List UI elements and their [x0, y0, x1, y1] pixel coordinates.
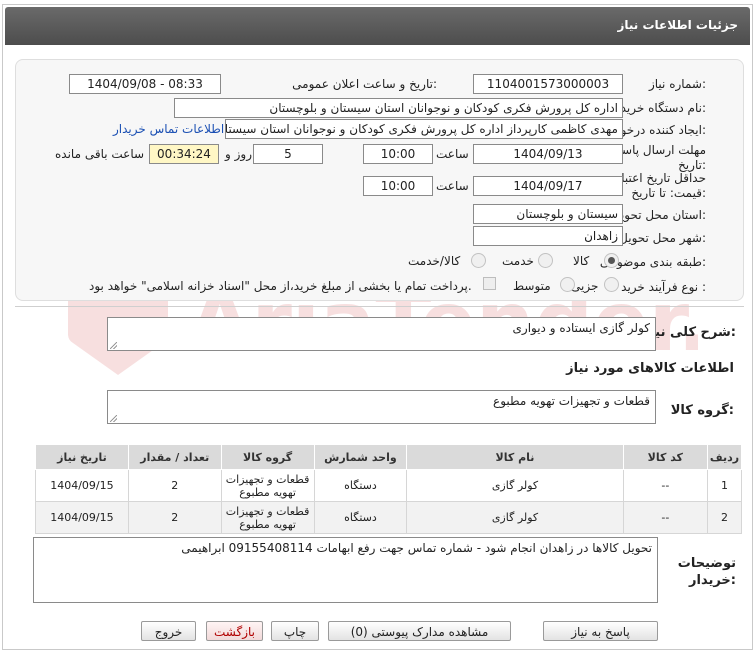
- purchase-process-label: نوع فرآیند خرید :: [621, 280, 706, 294]
- reply-deadline-date[interactable]: 1404/09/13: [473, 144, 623, 164]
- treasury-payment-note: پرداخت تمام یا بخشی از مبلغ خرید،از محل …: [89, 279, 472, 293]
- cell-code: --: [622, 469, 709, 502]
- goods-info-heading: اطلاعات کالاهای مورد نیاز: [566, 361, 734, 376]
- delivery-province-field[interactable]: سیستان و بلوچستان: [473, 204, 623, 224]
- delivery-city-label: شهر محل تحویل:: [619, 231, 706, 245]
- price-validity-date[interactable]: 1404/09/17: [473, 176, 623, 196]
- resize-grip[interactable]: [110, 415, 117, 422]
- summary-text: کولر گازی ایستاده و دیواری: [512, 321, 651, 335]
- col-date: تاریخ نیاز: [35, 444, 129, 470]
- goods-group-text: قطعات و تجهیزات تهویه مطبوع: [493, 394, 650, 408]
- radio-goods-service-label: کالا/خدمت: [408, 254, 461, 268]
- delivery-city-field[interactable]: زاهدان: [473, 226, 623, 246]
- price-validity-time[interactable]: 10:00: [363, 176, 433, 196]
- cell-row: 1: [707, 469, 742, 502]
- table-row[interactable]: 2 -- کولر گازی دستگاه قطعات و تجهیزات ته…: [35, 501, 742, 534]
- col-code: کد کالا: [622, 444, 709, 470]
- announce-datetime-field[interactable]: 1404/09/08 - 08:33: [69, 74, 221, 94]
- cell-name: کولر گازی: [406, 501, 624, 534]
- summary-field[interactable]: کولر گازی ایستاده و دیواری: [107, 317, 656, 351]
- radio-service[interactable]: [538, 253, 553, 268]
- treasury-checkbox[interactable]: [483, 277, 496, 290]
- col-row: ردیف: [707, 444, 742, 470]
- reply-button[interactable]: پاسخ به نیاز: [543, 621, 658, 641]
- print-button[interactable]: چاپ: [271, 621, 319, 641]
- exit-button[interactable]: خروج: [141, 621, 196, 641]
- title-bar: جزئیات اطلاعات نیاز: [5, 7, 750, 45]
- buyer-org-field[interactable]: اداره کل پرورش فکری کودکان و نوجوانان اس…: [174, 98, 623, 118]
- col-name: نام کالا: [406, 444, 624, 470]
- validity-time-label: ساعت: [436, 179, 469, 193]
- cell-group: قطعات و تجهیزات تهویه مطبوع: [220, 501, 315, 534]
- goods-table: ردیف کد کالا نام کالا واحد شمارش گروه کا…: [35, 444, 742, 534]
- reply-deadline-time[interactable]: 10:00: [363, 144, 433, 164]
- radio-medium-label: متوسط: [513, 279, 551, 293]
- attachments-button[interactable]: مشاهده مدارک پیوستی (0): [328, 621, 511, 641]
- radio-service-label: خدمت: [502, 254, 534, 268]
- cell-name: کولر گازی: [406, 469, 624, 502]
- buyer-org-label: نام دستگاه خریدار:: [611, 101, 707, 115]
- cell-unit: دستگاه: [313, 469, 408, 502]
- section-divider: [15, 306, 744, 307]
- radio-goods[interactable]: [604, 253, 619, 268]
- cell-date: 1404/09/15: [35, 469, 129, 502]
- delivery-province-label: استان محل تحویل:: [611, 208, 706, 222]
- table-row[interactable]: 1 -- کولر گازی دستگاه قطعات و تجهیزات ته…: [35, 469, 742, 502]
- remaining-time-field: 00:34:24: [149, 144, 219, 164]
- goods-group-label: گروه کالا:: [670, 403, 734, 418]
- reply-time-label: ساعت: [436, 147, 469, 161]
- goods-group-field[interactable]: قطعات و تجهیزات تهویه مطبوع: [107, 390, 656, 424]
- need-details-window: جزئیات اطلاعات نیاز AriaTender.neT شماره…: [2, 4, 753, 650]
- col-group: گروه کالا: [220, 444, 315, 470]
- cell-group: قطعات و تجهیزات تهویه مطبوع: [220, 469, 315, 502]
- requester-field[interactable]: مهدی کاظمی کارپرداز اداره کل پرورش فکری …: [225, 119, 623, 139]
- back-button[interactable]: بازگشت: [206, 621, 263, 641]
- need-number-field[interactable]: 1104001573000003: [473, 74, 623, 94]
- reply-days-field[interactable]: 5: [253, 144, 323, 164]
- cell-row: 2: [707, 501, 742, 534]
- buyer-notes-field[interactable]: تحویل کالاها در زاهدان انجام شود - شماره…: [33, 537, 658, 603]
- buyer-notes-text: تحویل کالاها در زاهدان انجام شود - شماره…: [181, 541, 652, 555]
- cell-date: 1404/09/15: [35, 501, 129, 534]
- col-unit: واحد شمارش: [313, 444, 408, 470]
- radio-medium[interactable]: [560, 277, 575, 292]
- cell-unit: دستگاه: [313, 501, 408, 534]
- need-number-label: شماره نیاز:: [648, 77, 706, 91]
- radio-goods-label: کالا: [573, 254, 590, 268]
- resize-grip[interactable]: [110, 342, 117, 349]
- days-label: روز و: [225, 147, 252, 161]
- cell-qty: 2: [127, 501, 222, 534]
- summary-label: شرح کلی نیاز:: [642, 325, 736, 340]
- cell-code: --: [622, 501, 709, 534]
- window-title: جزئیات اطلاعات نیاز: [617, 18, 738, 32]
- buyer-notes-label: توضیحات خریدار:: [677, 556, 736, 588]
- announce-datetime-label: تاریخ و ساعت اعلان عمومی:: [292, 77, 437, 91]
- remaining-label: ساعت باقی مانده: [55, 147, 145, 161]
- radio-goods-service[interactable]: [471, 253, 486, 268]
- col-qty: تعداد / مقدار: [127, 444, 222, 470]
- cell-qty: 2: [127, 469, 222, 502]
- buyer-contact-link[interactable]: اطلاعات تماس خریدار: [113, 122, 224, 136]
- radio-minor-label: جزیی: [571, 279, 599, 293]
- table-header-row: ردیف کد کالا نام کالا واحد شمارش گروه کا…: [35, 444, 742, 470]
- radio-minor[interactable]: [604, 277, 619, 292]
